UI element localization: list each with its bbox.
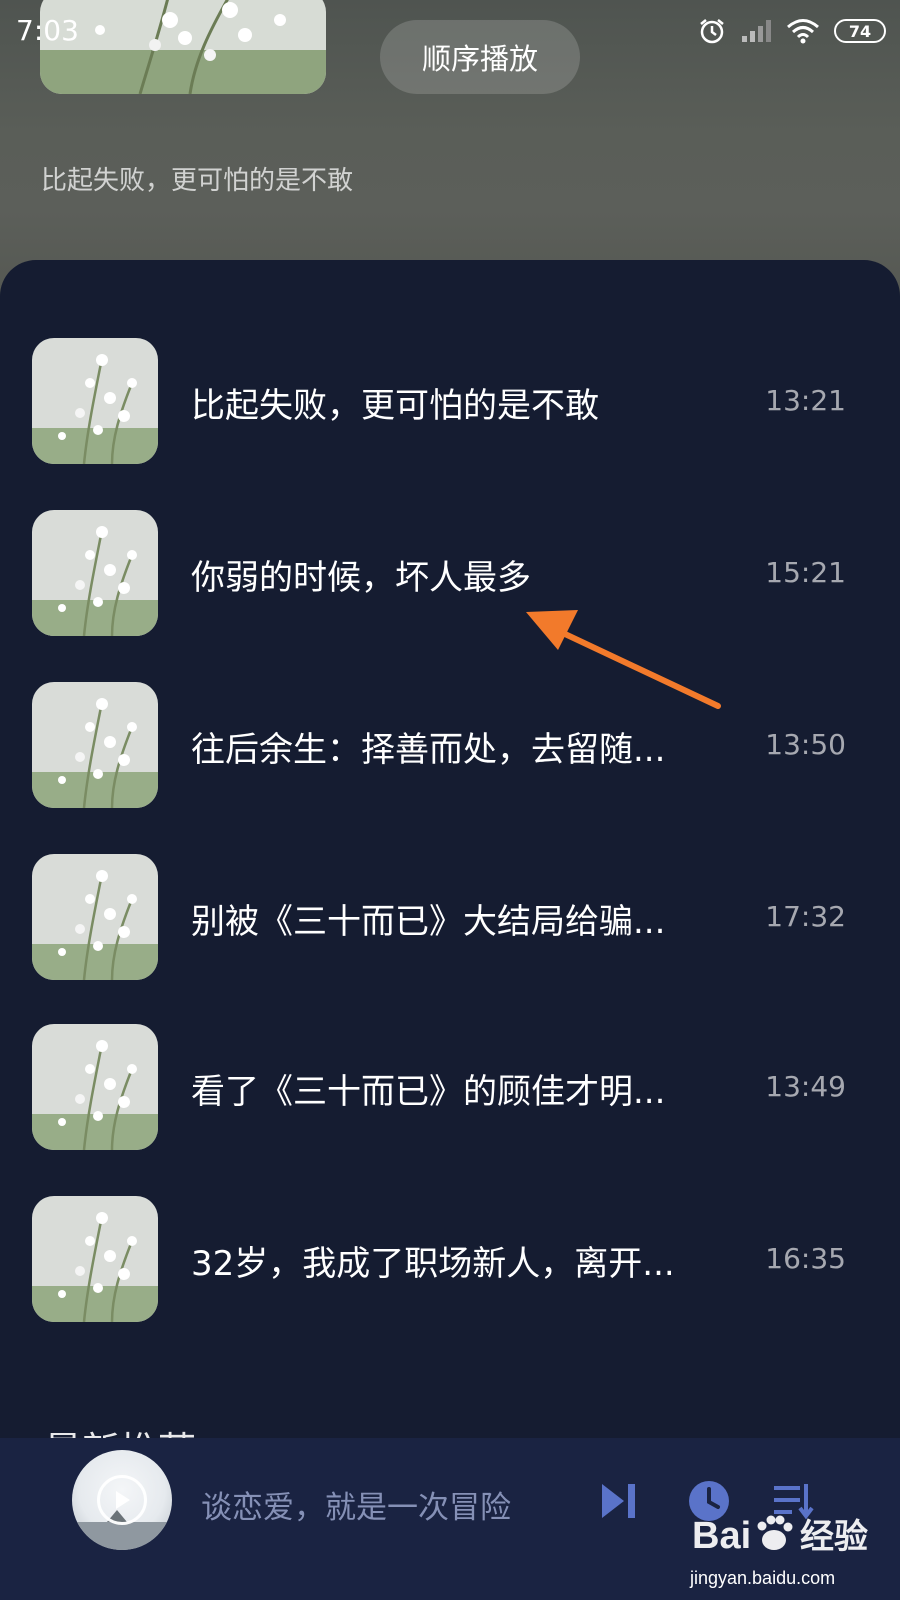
play-icon[interactable] [97, 1475, 147, 1525]
watermark-url: jingyan.baidu.com [690, 1568, 836, 1588]
next-track-icon[interactable] [598, 1478, 644, 1524]
svg-text:经验: 经验 [800, 1517, 868, 1557]
now-playing-title[interactable]: 谈恋爱，就是一次冒险 [201, 1482, 511, 1527]
now-playing-disc[interactable] [72, 1450, 172, 1576]
svg-text:Bai: Bai [692, 1515, 751, 1557]
annotation-arrow [526, 610, 721, 709]
